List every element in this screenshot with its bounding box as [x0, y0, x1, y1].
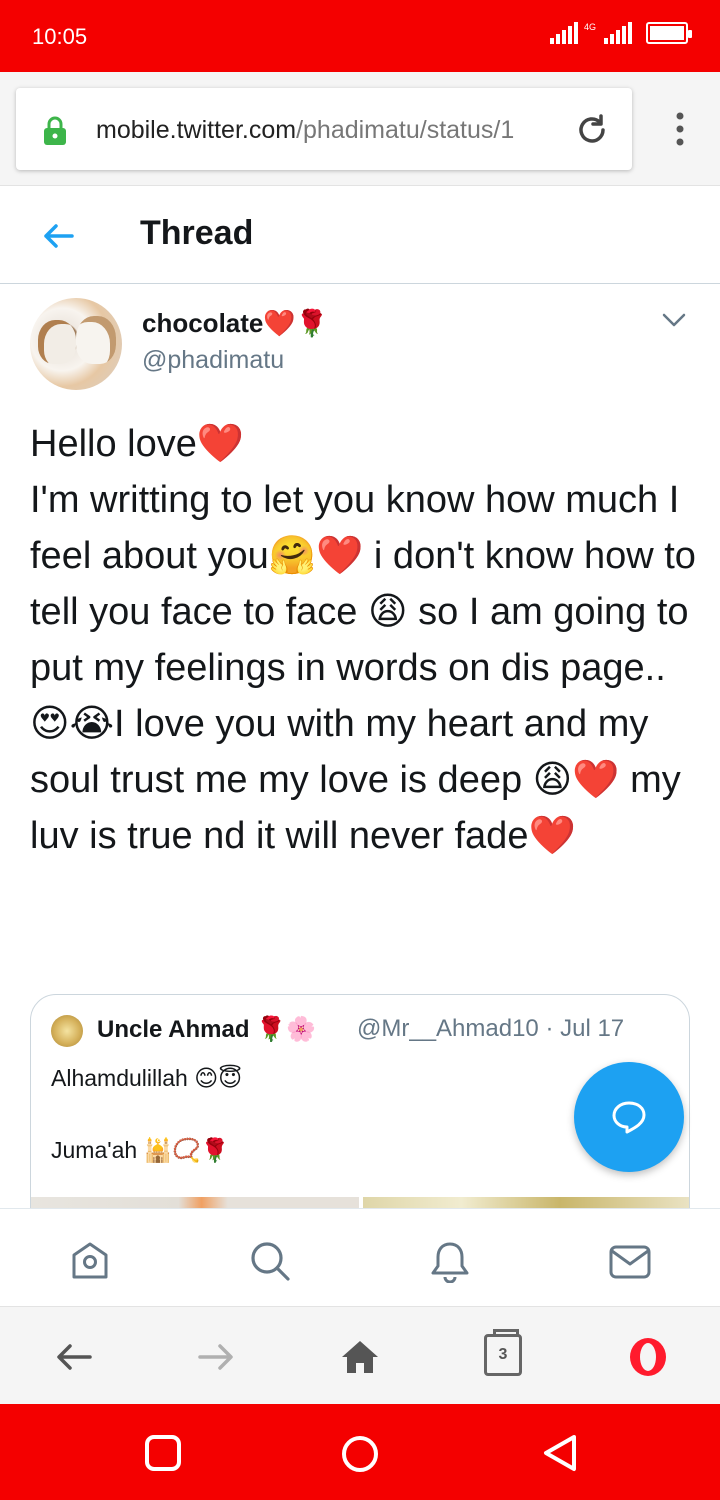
twitter-bottom-nav	[0, 1208, 720, 1306]
signal-icon-2	[604, 22, 632, 44]
tweet-text: Hello love❤️ I'm writting to let you kno…	[30, 423, 696, 857]
thread-header: Thread	[0, 186, 720, 284]
avatar[interactable]	[30, 298, 122, 390]
opera-menu-icon[interactable]	[626, 1335, 670, 1379]
quoted-display-name: Uncle Ahmad 🌹🌸	[97, 1016, 316, 1043]
recents-icon[interactable]	[144, 1434, 182, 1472]
avatar-cat-right	[76, 316, 116, 364]
battery-icon	[646, 22, 692, 44]
reload-icon[interactable]	[574, 112, 610, 148]
chevron-down-icon[interactable]	[662, 312, 686, 328]
quoted-image-1[interactable]	[31, 1197, 359, 1208]
url-text[interactable]: mobile.twitter.com/phadimatu/status/1	[96, 116, 570, 145]
search-icon[interactable]	[248, 1239, 292, 1283]
lock-icon	[44, 116, 66, 145]
reply-button[interactable]	[574, 1062, 684, 1172]
status-bar: 10:05 4G	[0, 0, 720, 72]
browser-bottom-bar	[0, 1306, 720, 1404]
quoted-text-line2: Juma'ah 🕌📿🌹	[51, 1137, 230, 1163]
reply-bubble-icon	[612, 1101, 646, 1134]
back-triangle-icon[interactable]	[540, 1432, 580, 1474]
avatar-cat-left	[38, 320, 76, 364]
signal-icon	[549, 22, 578, 44]
url-host: mobile.twitter.com	[96, 116, 297, 144]
display-name[interactable]: chocolate❤️🌹	[142, 308, 328, 339]
browser-toolbar: mobile.twitter.com/phadimatu/status/1	[0, 72, 720, 186]
home-icon[interactable]	[68, 1239, 112, 1283]
notifications-icon[interactable]	[428, 1239, 472, 1283]
home-circle-icon[interactable]	[340, 1434, 380, 1474]
address-bar[interactable]: mobile.twitter.com/phadimatu/status/1	[16, 88, 632, 170]
android-nav-bar	[0, 1404, 720, 1500]
user-handle[interactable]: @phadimatu	[142, 346, 284, 375]
browser-home-icon[interactable]	[338, 1335, 382, 1379]
quoted-avatar	[51, 1015, 83, 1047]
page-title: Thread	[140, 214, 254, 252]
status-icons: 4G	[549, 22, 692, 44]
quoted-handle-date: @Mr__Ahmad10 · Jul 17	[357, 1015, 625, 1042]
status-time: 10:05	[32, 24, 88, 49]
url-path: /phadimatu/status/1	[296, 116, 515, 144]
network-type: 4G	[583, 22, 596, 32]
tabs-button[interactable]: 3	[484, 1329, 522, 1376]
quoted-text-line1: Alhamdulillah 😊😇	[51, 1065, 243, 1091]
messages-icon[interactable]	[608, 1239, 652, 1283]
quoted-media[interactable]	[31, 1197, 689, 1208]
browser-forward-icon[interactable]	[194, 1335, 238, 1379]
menu-icon[interactable]	[676, 112, 684, 146]
back-arrow-icon[interactable]	[40, 218, 76, 254]
quoted-image-2[interactable]	[363, 1197, 689, 1208]
browser-back-icon[interactable]	[52, 1335, 96, 1379]
